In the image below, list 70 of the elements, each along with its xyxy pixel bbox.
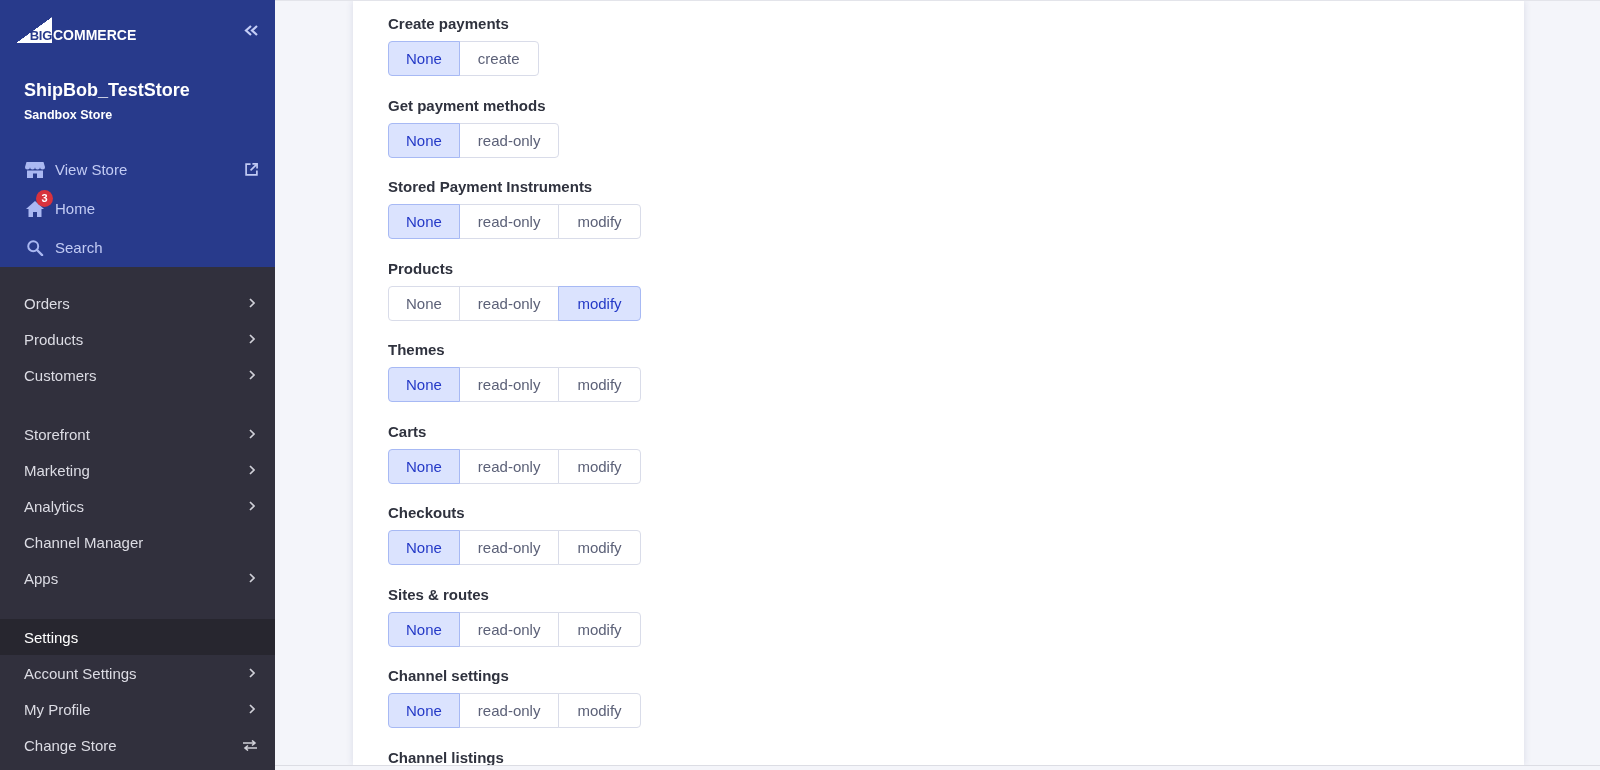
permission-label: Get payment methods	[388, 96, 546, 114]
permission-label: Checkouts	[388, 504, 465, 521]
permission-option[interactable]: modify	[558, 204, 641, 239]
chevron-right-icon	[249, 573, 255, 583]
logo-wordmark: COMMERCE	[53, 28, 137, 43]
quick-link[interactable]: View Store	[0, 150, 275, 189]
permission-label: Sites & routes	[388, 585, 489, 603]
store-name: ShipBob_TestStore	[24, 79, 191, 102]
chevron-right-icon	[249, 334, 255, 344]
permission-option[interactable]: None	[388, 122, 460, 158]
permission-label: Themes	[388, 341, 445, 358]
nav-item[interactable]: Orders	[0, 285, 275, 321]
permission-option[interactable]: read-only	[458, 122, 560, 158]
permission-label: Channel listings	[388, 748, 504, 765]
nav-item[interactable]: Change Store	[0, 727, 275, 763]
permission-label: Products	[388, 259, 453, 277]
chevron-right-icon	[249, 668, 255, 678]
permission-option[interactable]: None	[388, 367, 460, 402]
permission-label: Carts	[388, 422, 427, 440]
permission-option[interactable]: read-only	[458, 204, 560, 239]
nav-item[interactable]: Account Settings	[0, 655, 275, 691]
permission-option[interactable]: read-only	[458, 285, 560, 321]
nav-item[interactable]: My Profile	[0, 691, 275, 727]
permission-option[interactable]: None	[388, 285, 460, 321]
permission-option[interactable]: None	[388, 530, 460, 565]
chevron-right-icon	[249, 370, 255, 380]
notification-badge: 3	[36, 189, 53, 207]
permission-option[interactable]: modify	[558, 611, 641, 647]
permission-option[interactable]: None	[388, 448, 460, 484]
permission-option[interactable]: modify	[558, 448, 641, 484]
permission-option[interactable]: modify	[558, 367, 641, 402]
nav-item[interactable]: Apps	[0, 560, 275, 596]
permission-option[interactable]: read-only	[458, 367, 560, 402]
quick-link[interactable]: 3 Home	[0, 189, 275, 228]
permission-option[interactable]: read-only	[458, 611, 560, 647]
nav-item[interactable]: Analytics	[0, 488, 275, 524]
nav-item[interactable]: Customers	[0, 357, 275, 393]
permission-option[interactable]: modify	[558, 693, 641, 728]
store-type: Sandbox Store	[24, 107, 114, 123]
permission-option[interactable]: create	[458, 41, 539, 76]
permission-option[interactable]: read-only	[458, 530, 560, 565]
nav-item[interactable]: Products	[0, 321, 275, 357]
permission-label: Create payments	[388, 15, 509, 32]
permission-option[interactable]: None	[388, 611, 460, 647]
storefront-icon	[25, 161, 45, 178]
chevron-right-icon	[249, 465, 255, 475]
chevron-right-icon	[249, 501, 255, 511]
permission-option[interactable]: modify	[558, 530, 641, 565]
permission-option[interactable]: read-only	[458, 448, 560, 484]
double-chevron-left-icon	[244, 24, 258, 36]
permission-label: Channel settings	[388, 667, 509, 684]
home-icon	[25, 200, 45, 217]
permission-option[interactable]: read-only	[458, 693, 560, 728]
permission-label: Stored Payment Instruments	[388, 178, 593, 195]
nav-item[interactable]: Settings	[0, 619, 275, 655]
nav-item[interactable]: Storefront	[0, 416, 275, 452]
collapse-sidebar-button[interactable]	[244, 24, 258, 36]
permission-option[interactable]: modify	[558, 285, 641, 321]
permission-option[interactable]: None	[388, 41, 460, 76]
chevron-right-icon	[249, 298, 255, 308]
nav-item[interactable]: Marketing	[0, 452, 275, 488]
search-icon	[25, 239, 45, 256]
permission-option[interactable]: None	[388, 204, 460, 239]
swap-arrows-icon	[242, 739, 258, 751]
permission-option[interactable]: None	[388, 693, 460, 728]
logo-mark: BIG	[16, 17, 52, 43]
chevron-right-icon	[249, 704, 255, 714]
nav-item[interactable]: Channel Manager	[0, 524, 275, 560]
chevron-right-icon	[249, 429, 255, 439]
quick-link[interactable]: Search	[0, 228, 275, 267]
